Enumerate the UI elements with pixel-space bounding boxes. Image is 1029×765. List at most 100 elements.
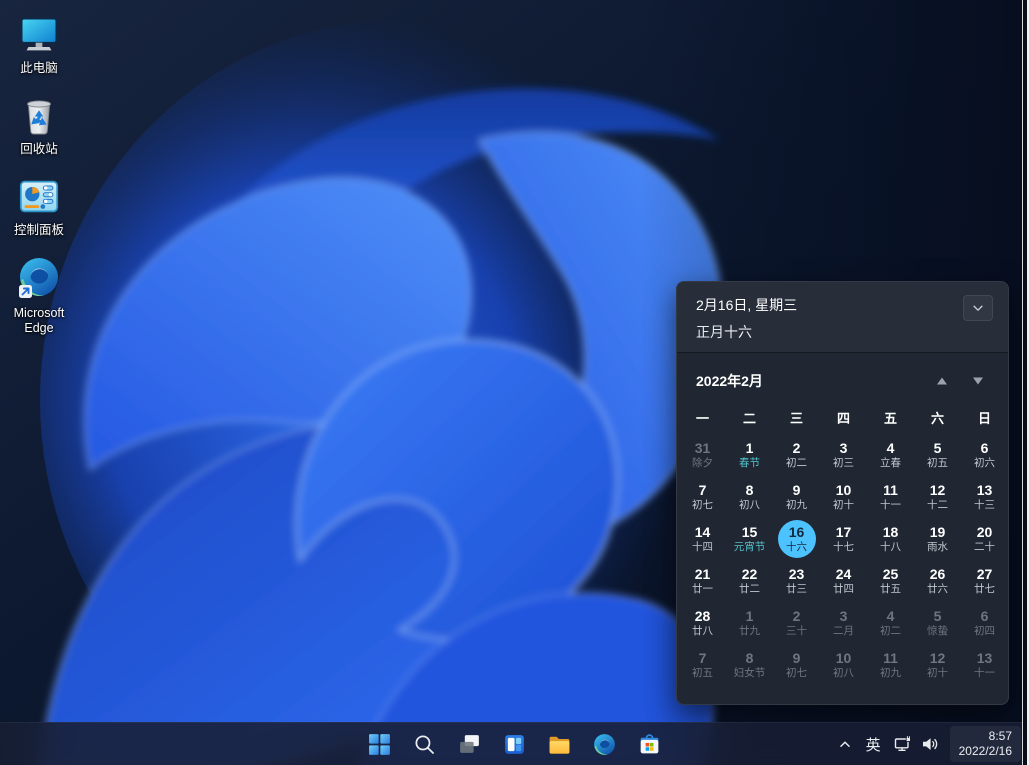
edge-button[interactable] [585, 724, 625, 764]
calendar-day-cell[interactable]: 23廿三 [773, 560, 820, 602]
calendar-day-cell[interactable]: 17十七 [820, 518, 867, 560]
calendar-day-cell[interactable]: 24廿四 [820, 560, 867, 602]
ethernet-network-icon [893, 734, 913, 754]
calendar-day-cell[interactable]: 28廿八 [679, 602, 726, 644]
calendar-day-cell[interactable]: 3二月 [820, 602, 867, 644]
calendar-day-cell[interactable]: 15元宵节 [726, 518, 773, 560]
calendar-lunar-subtitle: 正月十六 [696, 322, 797, 342]
desktop: 此电脑 回收站 [0, 0, 1029, 765]
file-explorer-icon [547, 732, 572, 757]
search-button[interactable] [405, 724, 445, 764]
weekday-label: 三 [773, 408, 820, 432]
calendar-day-cell[interactable]: 1春节 [726, 434, 773, 476]
calendar-day-cell[interactable]: 12初十 [914, 644, 961, 686]
calendar-day-cell[interactable]: 9初七 [773, 644, 820, 686]
system-tray: 英 8:57 2022/2/16 [831, 723, 1021, 765]
calendar-day-cell[interactable]: 5惊蛰 [914, 602, 961, 644]
calendar-day-cell[interactable]: 2三十 [773, 602, 820, 644]
calendar-day-cell[interactable]: 7初七 [679, 476, 726, 518]
weekday-label: 二 [726, 408, 773, 432]
this-pc-icon [16, 12, 62, 58]
desktop-icon-this-pc[interactable]: 此电脑 [2, 10, 76, 78]
calendar-day-cell[interactable]: 20二十 [961, 518, 1008, 560]
weekday-label: 五 [867, 408, 914, 432]
calendar-day-cell[interactable]: 12十二 [914, 476, 961, 518]
calendar-day-cell[interactable]: 13十一 [961, 644, 1008, 686]
calendar-day-cell[interactable]: 19雨水 [914, 518, 961, 560]
calendar-header: 2月16日, 星期三 正月十六 [677, 282, 1008, 353]
triangle-down-icon [972, 376, 984, 386]
start-button[interactable] [360, 724, 400, 764]
desktop-icon-label: 此电脑 [20, 61, 58, 76]
calendar-next-month-button[interactable] [960, 366, 996, 396]
calendar-day-cell[interactable]: 14十四 [679, 518, 726, 560]
calendar-day-cell[interactable]: 11十一 [867, 476, 914, 518]
tray-expand-button[interactable] [831, 726, 859, 762]
weekday-label: 日 [961, 408, 1008, 432]
recycle-bin-icon [16, 93, 62, 139]
tray-date: 2022/2/16 [959, 744, 1012, 759]
calendar-day-cell[interactable]: 13十三 [961, 476, 1008, 518]
desktop-icon-recycle-bin[interactable]: 回收站 [2, 91, 76, 159]
calendar-day-cell[interactable]: 31除夕 [679, 434, 726, 476]
desktop-icon-label: 控制面板 [14, 223, 64, 238]
task-view-button[interactable] [450, 724, 490, 764]
weekday-label: 四 [820, 408, 867, 432]
desktop-icon-list: 此电脑 回收站 [2, 10, 76, 338]
calendar-day-cell[interactable]: 26廿六 [914, 560, 961, 602]
calendar-weekday-row: 一二三四五六日 [677, 408, 1008, 432]
taskbar-center-icons [360, 723, 670, 765]
calendar-day-cell[interactable]: 10初八 [820, 644, 867, 686]
search-icon [412, 732, 437, 757]
network-volume-button[interactable] [888, 726, 945, 762]
calendar-day-cell[interactable]: 4立春 [867, 434, 914, 476]
calendar-day-cell[interactable]: 11初九 [867, 644, 914, 686]
control-panel-icon [16, 174, 62, 220]
calendar-day-cell[interactable]: 8妇女节 [726, 644, 773, 686]
calendar-day-cell[interactable]: 6初六 [961, 434, 1008, 476]
edge-icon [592, 732, 617, 757]
triangle-up-icon [936, 376, 948, 386]
calendar-day-cell[interactable]: 3初三 [820, 434, 867, 476]
tray-time: 8:57 [989, 729, 1012, 744]
task-view-icon [457, 732, 482, 757]
desktop-icon-control-panel[interactable]: 控制面板 [2, 172, 76, 240]
clock-button[interactable]: 8:57 2022/2/16 [950, 726, 1021, 762]
calendar-collapse-button[interactable] [963, 295, 993, 321]
microsoft-store-icon [637, 732, 662, 757]
calendar-day-cell[interactable]: 9初九 [773, 476, 820, 518]
speaker-icon [920, 734, 940, 754]
edge-icon [15, 255, 63, 303]
calendar-prev-month-button[interactable] [924, 366, 960, 396]
calendar-day-cell[interactable]: 8初八 [726, 476, 773, 518]
calendar-day-cell[interactable]: 2初二 [773, 434, 820, 476]
calendar-day-cell[interactable]: 21廿一 [679, 560, 726, 602]
widgets-button[interactable] [495, 724, 535, 764]
store-button[interactable] [630, 724, 670, 764]
desktop-icon-microsoft-edge[interactable]: Microsoft Edge [2, 253, 76, 338]
calendar-day-cell[interactable]: 27廿七 [961, 560, 1008, 602]
calendar-day-cell[interactable]: 22廿二 [726, 560, 773, 602]
calendar-day-cell[interactable]: 18十八 [867, 518, 914, 560]
chevron-up-icon [836, 735, 854, 753]
calendar-day-cell[interactable]: 6初四 [961, 602, 1008, 644]
calendar-day-cell[interactable]: 7初五 [679, 644, 726, 686]
widgets-icon [502, 732, 527, 757]
file-explorer-button[interactable] [540, 724, 580, 764]
calendar-grid: 31除夕1春节2初二3初三4立春5初五6初六7初七8初八9初九10初十11十一1… [677, 432, 1008, 686]
ime-indicator-button[interactable]: 英 [861, 726, 886, 762]
calendar-day-cell[interactable]: 1廿九 [726, 602, 773, 644]
calendar-month-row: 2022年2月 [677, 353, 1008, 408]
calendar-day-cell[interactable]: 10初十 [820, 476, 867, 518]
chevron-down-icon [971, 301, 985, 315]
calendar-day-cell-selected[interactable]: 16十六 [773, 518, 820, 560]
calendar-day-cell[interactable]: 5初五 [914, 434, 961, 476]
weekday-label: 六 [914, 408, 961, 432]
calendar-day-cell[interactable]: 25廿五 [867, 560, 914, 602]
desktop-icon-label: Microsoft Edge [3, 306, 75, 336]
desktop-icon-label: 回收站 [20, 142, 58, 157]
windows-start-icon [367, 732, 392, 757]
calendar-month-label: 2022年2月 [696, 371, 763, 391]
calendar-day-cell[interactable]: 4初二 [867, 602, 914, 644]
screen-right-edge [1021, 0, 1029, 765]
